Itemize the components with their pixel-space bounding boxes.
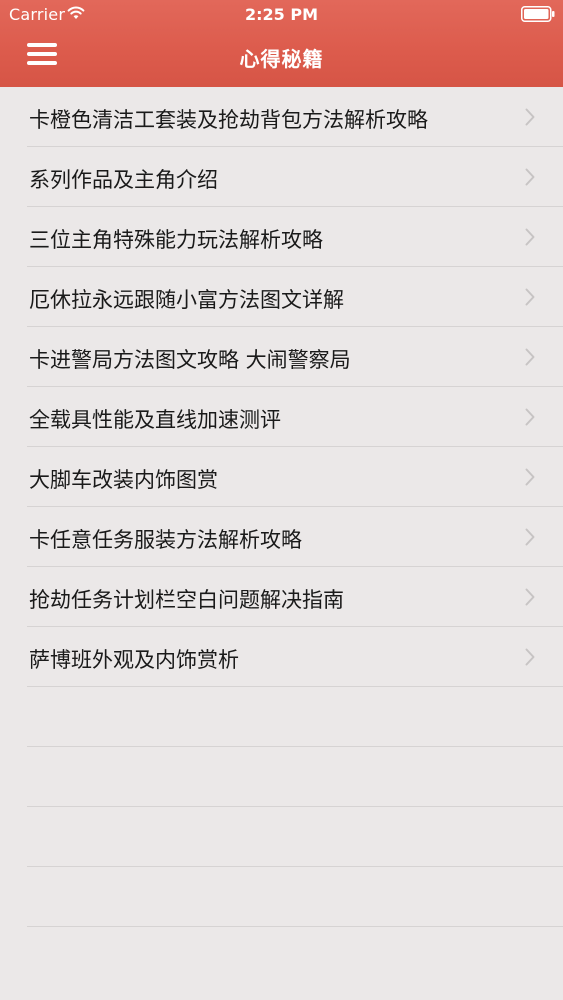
chevron-right-icon [525,108,535,126]
empty-row-divider [0,807,563,867]
list-item[interactable]: 卡任意任务服装方法解析攻略 [0,507,563,567]
list-item-label: 萨博班外观及内饰赏析 [29,648,239,672]
list-item[interactable]: 卡进警局方法图文攻略 大闹警察局 [0,327,563,387]
guide-list: 卡橙色清洁工套装及抢劫背包方法解析攻略 系列作品及主角介绍 三位主角特殊能力玩法… [0,87,563,927]
list-item-label: 卡橙色清洁工套装及抢劫背包方法解析攻略 [29,108,428,132]
list-item-label: 大脚车改装内饰图赏 [29,468,218,492]
list-item-label: 全载具性能及直线加速测评 [29,408,281,432]
empty-row-divider [0,687,563,747]
list-item-label: 三位主角特殊能力玩法解析攻略 [29,228,323,252]
list-item[interactable]: 厄休拉永远跟随小富方法图文详解 [0,267,563,327]
chevron-right-icon [525,588,535,606]
list-item[interactable]: 三位主角特殊能力玩法解析攻略 [0,207,563,267]
empty-row-divider [0,867,563,927]
list-item-label: 卡进警局方法图文攻略 大闹警察局 [29,348,351,372]
list-item[interactable]: 卡橙色清洁工套装及抢劫背包方法解析攻略 [0,87,563,147]
list-item[interactable]: 大脚车改装内饰图赏 [0,447,563,507]
chevron-right-icon [525,468,535,486]
list-item-label: 厄休拉永远跟随小富方法图文详解 [29,288,344,312]
chevron-right-icon [525,168,535,186]
chevron-right-icon [525,408,535,426]
app-header: Carrier 2:25 PM 心得秘籍 [0,0,563,87]
chevron-right-icon [525,228,535,246]
chevron-right-icon [525,528,535,546]
page-title: 心得秘籍 [239,47,324,71]
status-time: 2:25 PM [244,5,318,24]
battery-icon [521,6,555,22]
navigation-bar: 心得秘籍 [0,30,563,87]
chevron-right-icon [525,648,535,666]
list-item[interactable]: 萨博班外观及内饰赏析 [0,627,563,687]
empty-row-divider [0,747,563,807]
list-item-label: 抢劫任务计划栏空白问题解决指南 [29,588,344,612]
status-bar: Carrier 2:25 PM [0,0,563,30]
list-item[interactable]: 全载具性能及直线加速测评 [0,387,563,447]
list-item-label: 系列作品及主角介绍 [29,168,218,192]
list-item[interactable]: 系列作品及主角介绍 [0,147,563,207]
list-item[interactable]: 抢劫任务计划栏空白问题解决指南 [0,567,563,627]
chevron-right-icon [525,288,535,306]
list-item-label: 卡任意任务服装方法解析攻略 [29,528,302,552]
chevron-right-icon [525,348,535,366]
